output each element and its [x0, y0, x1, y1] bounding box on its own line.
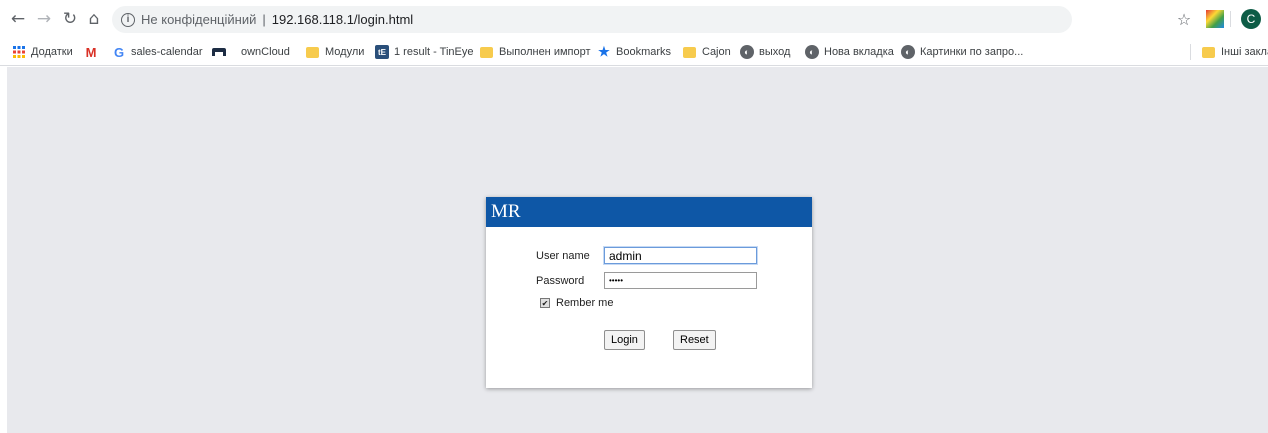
password-input[interactable]: ••••• [604, 272, 757, 289]
bookmark-vyhod[interactable]: ◐ выход [740, 44, 790, 60]
bookmark-tineye[interactable]: tE 1 result - TinEye [375, 44, 473, 60]
bookmark-label: Выполнен импорт [499, 46, 591, 58]
remember-row: ✔ Rember me [540, 297, 613, 309]
password-label: Password [536, 274, 585, 287]
username-label: User name [536, 249, 590, 262]
reset-button[interactable]: Reset [673, 330, 716, 350]
owncloud-icon [212, 45, 226, 59]
bookmark-label: Модули [325, 46, 365, 58]
password-row: Password ••••• [536, 272, 757, 289]
bookmark-label: ownCloud [241, 46, 290, 58]
remember-checkbox[interactable]: ✔ [540, 298, 550, 308]
reload-icon[interactable]: ↻ [60, 9, 80, 29]
tineye-icon: tE [375, 45, 389, 59]
bookmark-label: Додатки [31, 46, 73, 58]
apps-grid-icon [12, 45, 26, 59]
bookmarks-bar: Додатки M G sales-calendar ownCloud Моду… [0, 38, 1268, 66]
bookmark-cajon[interactable]: Cajon [683, 44, 731, 60]
dialog-title: MR [486, 197, 812, 227]
globe-icon: ◐ [740, 45, 754, 59]
bookmark-moduli[interactable]: Модули [306, 44, 364, 60]
google-icon: G [113, 44, 125, 60]
folder-icon [306, 46, 319, 58]
home-icon[interactable]: ⌂ [84, 9, 104, 29]
url-text[interactable]: 192.168.118.1/login.html [272, 12, 413, 27]
folder-icon [1202, 46, 1215, 58]
bookmark-label: sales-calendar [131, 46, 203, 58]
folder-icon [683, 46, 696, 58]
bookmark-label: Bookmarks [616, 46, 672, 58]
browser-toolbar: ← → ↻ ⌂ i Не конфіденційний | 192.168.11… [0, 0, 1268, 38]
bookmarks-divider [1190, 44, 1191, 60]
back-icon[interactable]: ← [8, 9, 28, 29]
bookmark-label: 1 result - TinEye [394, 46, 474, 58]
forward-icon[interactable]: → [34, 9, 54, 29]
bookmark-star-icon[interactable]: ☆ [1174, 9, 1194, 29]
bookmark-label: выход [759, 46, 791, 58]
extension-icon[interactable] [1206, 10, 1224, 28]
star-icon: ★ [598, 44, 610, 59]
bookmark-gmail[interactable]: M [84, 44, 103, 60]
login-dialog: MR User name Password ••••• ✔ Rember me … [486, 197, 812, 388]
folder-icon [480, 46, 493, 58]
username-input[interactable] [604, 247, 757, 264]
bookmark-images[interactable]: ◐ Картинки по запро... [901, 44, 1023, 60]
bookmark-new-tab[interactable]: ◐ Нова вкладка [805, 44, 894, 60]
bookmark-sales-calendar[interactable]: G sales-calendar [112, 44, 203, 60]
bookmark-label: Нова вкладка [824, 46, 894, 58]
toolbar-divider [1230, 11, 1231, 27]
info-icon[interactable]: i [121, 12, 135, 27]
bookmark-owncloud[interactable]: ownCloud [212, 44, 290, 60]
username-row: User name [536, 247, 757, 264]
globe-icon: ◐ [901, 45, 915, 59]
bookmark-other[interactable]: Інші закла [1202, 44, 1268, 60]
bookmark-label: Картинки по запро... [920, 46, 1024, 58]
login-button[interactable]: Login [604, 330, 645, 350]
remember-label: Rember me [556, 297, 614, 309]
address-bar[interactable]: i Не конфіденційний | 192.168.118.1/logi… [112, 6, 1072, 33]
bookmark-label: Інші закла [1221, 46, 1268, 58]
bookmark-label: Cajon [702, 46, 731, 58]
profile-avatar[interactable]: C [1241, 9, 1261, 29]
bookmark-import[interactable]: Выполнен импорт [480, 44, 591, 60]
security-label[interactable]: Не конфіденційний [141, 12, 256, 27]
bookmark-apps[interactable]: Додатки [12, 44, 73, 60]
url-separator: | [262, 12, 266, 27]
globe-icon: ◐ [805, 45, 819, 59]
bookmark-bookmarks[interactable]: ★ Bookmarks [597, 44, 671, 60]
gmail-icon: M [85, 44, 97, 60]
